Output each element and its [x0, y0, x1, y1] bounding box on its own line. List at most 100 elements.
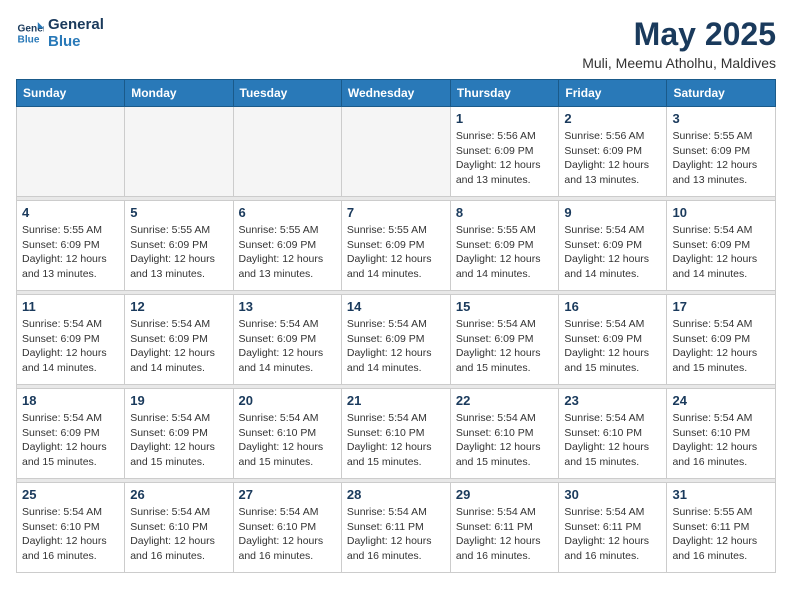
- calendar-cell: 13Sunrise: 5:54 AMSunset: 6:09 PMDayligh…: [233, 295, 341, 385]
- calendar-cell: 12 Sunrise: 5:54 AMSunset: 6:09 PMDayligh…: [125, 295, 233, 385]
- day-info: Sunrise: 5:55 AMSunset: 6:11 PMDaylight:…: [672, 505, 770, 564]
- week-row-4: 18 Sunrise: 5:54 AMSunset: 6:09 PMDayligh…: [17, 389, 776, 479]
- calendar-cell: [125, 107, 233, 197]
- calendar-cell: 1 Sunrise: 5:56 AMSunset: 6:09 PMDaylight…: [450, 107, 559, 197]
- day-number: 30: [564, 487, 661, 502]
- month-title: May 2025: [582, 16, 776, 53]
- week-row-5: 25 Sunrise: 5:54 AMSunset: 6:10 PMDayligh…: [17, 483, 776, 573]
- calendar-cell: 30 Sunrise: 5:54 AMSunset: 6:11 PMDayligh…: [559, 483, 667, 573]
- calendar-cell: 8 Sunrise: 5:55 AMSunset: 6:09 PMDaylight…: [450, 201, 559, 291]
- day-number: 8: [456, 205, 554, 220]
- calendar-cell: 16 Sunrise: 5:54 AMSunset: 6:09 PMDayligh…: [559, 295, 667, 385]
- day-info: Sunrise: 5:54 AMSunset: 6:09 PMDaylight:…: [564, 317, 661, 376]
- col-header-friday: Friday: [559, 80, 667, 107]
- title-block: May 2025 Muli, Meemu Atholhu, Maldives: [582, 16, 776, 71]
- day-number: 12: [130, 299, 227, 314]
- day-info: Sunrise: 5:54 AMSunset: 6:10 PMDaylight:…: [672, 411, 770, 470]
- day-number: 20: [239, 393, 336, 408]
- day-number: 28: [347, 487, 445, 502]
- calendar-cell: 23Sunrise: 5:54 AMSunset: 6:10 PMDayligh…: [559, 389, 667, 479]
- day-number: 9: [564, 205, 661, 220]
- day-info: Sunrise: 5:55 AMSunset: 6:09 PMDaylight:…: [22, 223, 119, 282]
- day-info: Sunrise: 5:54 AMSunset: 6:09 PMDaylight:…: [672, 223, 770, 282]
- day-number: 26: [130, 487, 227, 502]
- calendar-header-row: SundayMondayTuesdayWednesdayThursdayFrid…: [17, 80, 776, 107]
- calendar-cell: 21 Sunrise: 5:54 AMSunset: 6:10 PMDayligh…: [341, 389, 450, 479]
- day-info: Sunrise: 5:55 AMSunset: 6:09 PMDaylight:…: [456, 223, 554, 282]
- day-info: Sunrise: 5:54 AMSunset: 6:09 PMDaylight:…: [456, 317, 554, 376]
- day-info: Sunrise: 5:54 AMSunset: 6:10 PMDaylight:…: [347, 411, 445, 470]
- col-header-sunday: Sunday: [17, 80, 125, 107]
- calendar-cell: 11 Sunrise: 5:54 AMSunset: 6:09 PMDayligh…: [17, 295, 125, 385]
- calendar-cell: 31 Sunrise: 5:55 AMSunset: 6:11 PMDayligh…: [667, 483, 776, 573]
- day-info: Sunrise: 5:54 AMSunset: 6:09 PMDaylight:…: [347, 317, 445, 376]
- day-number: 22: [456, 393, 554, 408]
- svg-text:Blue: Blue: [18, 34, 40, 45]
- logo: General Blue General Blue: [16, 16, 104, 50]
- col-header-tuesday: Tuesday: [233, 80, 341, 107]
- calendar-cell: 29 Sunrise: 5:54 AMSunset: 6:11 PMDayligh…: [450, 483, 559, 573]
- calendar-cell: 10 Sunrise: 5:54 AMSunset: 6:09 PMDayligh…: [667, 201, 776, 291]
- day-info: Sunrise: 5:54 AMSunset: 6:10 PMDaylight:…: [239, 505, 336, 564]
- day-info: Sunrise: 5:54 AMSunset: 6:09 PMDaylight:…: [22, 317, 119, 376]
- calendar-cell: 27 Sunrise: 5:54 AMSunset: 6:10 PMDayligh…: [233, 483, 341, 573]
- day-number: 6: [239, 205, 336, 220]
- calendar-cell: [341, 107, 450, 197]
- calendar-cell: 26 Sunrise: 5:54 AMSunset: 6:10 PMDayligh…: [125, 483, 233, 573]
- day-info: Sunrise: 5:54 AMSunset: 6:10 PMDaylight:…: [22, 505, 119, 564]
- day-info: Sunrise: 5:54 AMSunset: 6:11 PMDaylight:…: [564, 505, 661, 564]
- day-info: Sunrise: 5:56 AMSunset: 6:09 PMDaylight:…: [456, 129, 554, 188]
- day-info: Sunrise: 5:54 AMSunset: 6:11 PMDaylight:…: [347, 505, 445, 564]
- day-number: 29: [456, 487, 554, 502]
- day-info: Sunrise: 5:54 AMSunset: 6:10 PMDaylight:…: [564, 411, 661, 470]
- day-info: Sunrise: 5:55 AMSunset: 6:09 PMDaylight:…: [672, 129, 770, 188]
- day-info: Sunrise: 5:54 AMSunset: 6:11 PMDaylight:…: [456, 505, 554, 564]
- calendar-table: SundayMondayTuesdayWednesdayThursdayFrid…: [16, 79, 776, 573]
- day-info: Sunrise: 5:54 AMSunset: 6:09 PMDaylight:…: [672, 317, 770, 376]
- calendar-cell: 18 Sunrise: 5:54 AMSunset: 6:09 PMDayligh…: [17, 389, 125, 479]
- day-number: 21: [347, 393, 445, 408]
- day-number: 2: [564, 111, 661, 126]
- col-header-wednesday: Wednesday: [341, 80, 450, 107]
- location-title: Muli, Meemu Atholhu, Maldives: [582, 55, 776, 71]
- calendar-cell: 25 Sunrise: 5:54 AMSunset: 6:10 PMDayligh…: [17, 483, 125, 573]
- calendar-cell: [17, 107, 125, 197]
- day-number: 7: [347, 205, 445, 220]
- calendar-cell: 6Sunrise: 5:55 AMSunset: 6:09 PMDaylight…: [233, 201, 341, 291]
- day-number: 4: [22, 205, 119, 220]
- day-number: 27: [239, 487, 336, 502]
- day-info: Sunrise: 5:56 AMSunset: 6:09 PMDaylight:…: [564, 129, 661, 188]
- day-number: 25: [22, 487, 119, 502]
- calendar-cell: 9Sunrise: 5:54 AMSunset: 6:09 PMDaylight…: [559, 201, 667, 291]
- day-number: 18: [22, 393, 119, 408]
- day-info: Sunrise: 5:54 AMSunset: 6:09 PMDaylight:…: [22, 411, 119, 470]
- logo-icon: General Blue: [16, 19, 44, 47]
- day-number: 10: [672, 205, 770, 220]
- calendar-cell: 3 Sunrise: 5:55 AMSunset: 6:09 PMDaylight…: [667, 107, 776, 197]
- calendar-cell: 15Sunrise: 5:54 AMSunset: 6:09 PMDayligh…: [450, 295, 559, 385]
- calendar-cell: 14 Sunrise: 5:54 AMSunset: 6:09 PMDayligh…: [341, 295, 450, 385]
- calendar-cell: 28 Sunrise: 5:54 AMSunset: 6:11 PMDayligh…: [341, 483, 450, 573]
- day-number: 16: [564, 299, 661, 314]
- calendar-cell: 17 Sunrise: 5:54 AMSunset: 6:09 PMDayligh…: [667, 295, 776, 385]
- calendar-cell: 7 Sunrise: 5:55 AMSunset: 6:09 PMDaylight…: [341, 201, 450, 291]
- day-info: Sunrise: 5:55 AMSunset: 6:09 PMDaylight:…: [347, 223, 445, 282]
- day-info: Sunrise: 5:55 AMSunset: 6:09 PMDaylight:…: [130, 223, 227, 282]
- calendar-cell: 20 Sunrise: 5:54 AMSunset: 6:10 PMDayligh…: [233, 389, 341, 479]
- day-number: 11: [22, 299, 119, 314]
- day-info: Sunrise: 5:54 AMSunset: 6:10 PMDaylight:…: [130, 505, 227, 564]
- day-number: 14: [347, 299, 445, 314]
- calendar-cell: 24Sunrise: 5:54 AMSunset: 6:10 PMDayligh…: [667, 389, 776, 479]
- day-number: 1: [456, 111, 554, 126]
- logo-general: General: [48, 16, 104, 33]
- week-row-1: 1 Sunrise: 5:56 AMSunset: 6:09 PMDaylight…: [17, 107, 776, 197]
- day-info: Sunrise: 5:54 AMSunset: 6:09 PMDaylight:…: [130, 317, 227, 376]
- day-number: 3: [672, 111, 770, 126]
- col-header-thursday: Thursday: [450, 80, 559, 107]
- day-info: Sunrise: 5:54 AMSunset: 6:10 PMDaylight:…: [239, 411, 336, 470]
- day-number: 17: [672, 299, 770, 314]
- day-info: Sunrise: 5:54 AMSunset: 6:09 PMDaylight:…: [130, 411, 227, 470]
- calendar-cell: 4 Sunrise: 5:55 AMSunset: 6:09 PMDaylight…: [17, 201, 125, 291]
- day-number: 5: [130, 205, 227, 220]
- day-number: 31: [672, 487, 770, 502]
